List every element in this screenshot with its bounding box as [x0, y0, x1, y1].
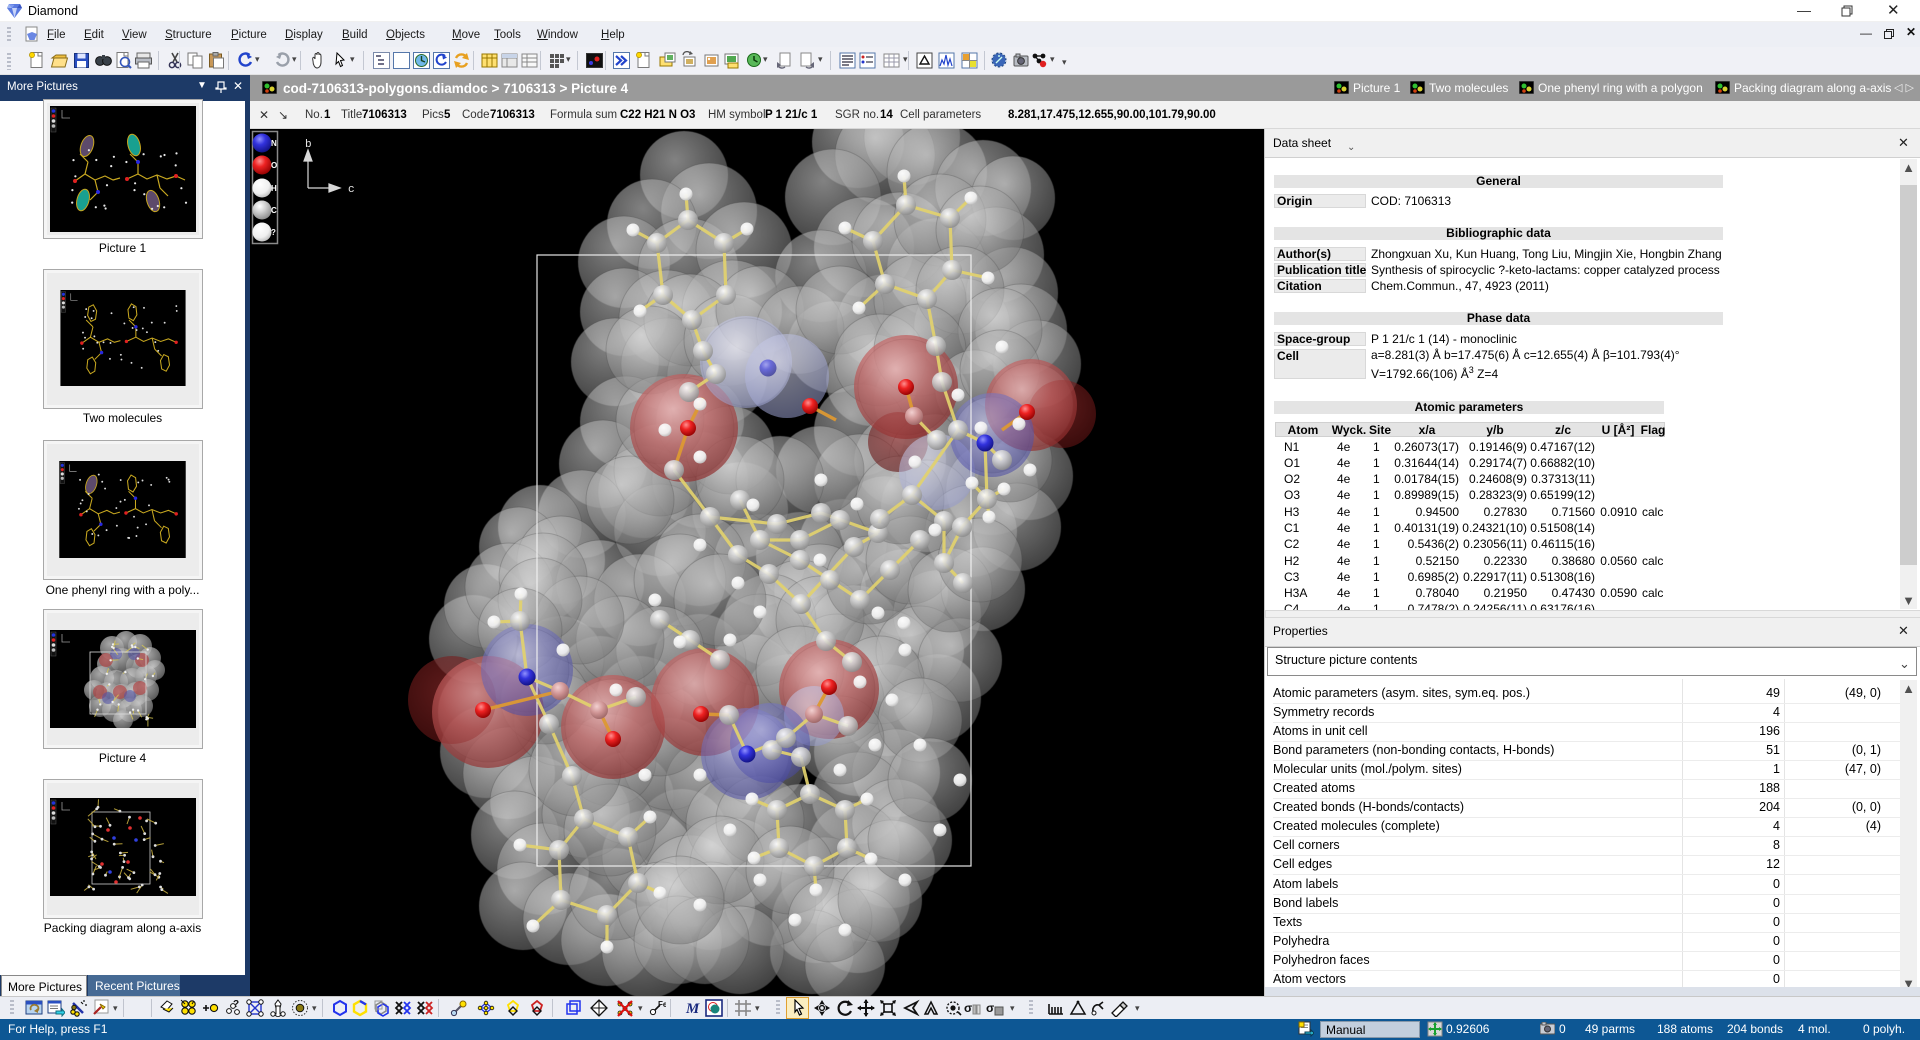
svg-text:σ: σ — [964, 1001, 972, 1015]
svg-text:Fe: Fe — [658, 1000, 666, 1009]
svg-text:H: H — [271, 184, 277, 193]
svg-text:c: c — [348, 184, 355, 196]
svg-text:b: b — [305, 139, 312, 151]
svg-text:M: M — [685, 1001, 700, 1017]
svg-text:O: O — [271, 161, 277, 170]
svg-text:σ: σ — [986, 1001, 994, 1015]
svg-text:N: N — [271, 139, 277, 148]
svg-text:?: ? — [233, 999, 239, 1010]
svg-text:C: C — [271, 206, 277, 215]
svg-text:?: ? — [271, 228, 276, 237]
